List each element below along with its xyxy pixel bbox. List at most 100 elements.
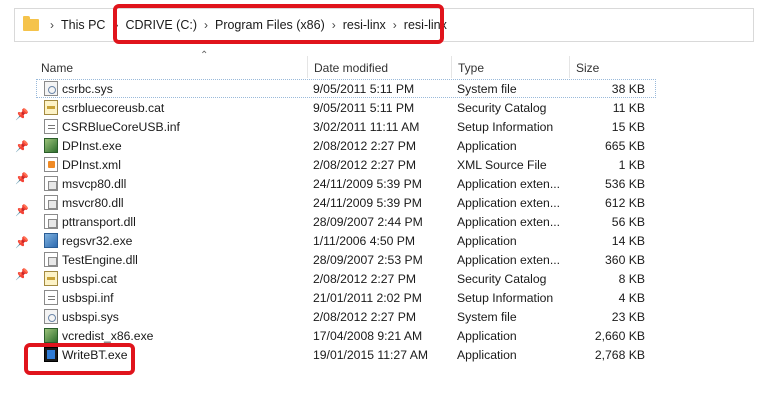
column-type[interactable]: Type	[451, 56, 569, 78]
file-name: DPInst.xml	[62, 158, 121, 172]
file-type: Application exten...	[457, 177, 560, 191]
file-date-modified: 17/04/2008 9:21 AM	[313, 329, 423, 343]
file-name: msvcp80.dll	[62, 177, 127, 191]
file-size: 2,768 KB	[594, 348, 645, 362]
file-name: msvcr80.dll	[62, 196, 124, 210]
exe-file-icon	[44, 233, 58, 248]
file-date-modified: 24/11/2009 5:39 PM	[313, 177, 422, 191]
column-date-modified[interactable]: Date modified	[307, 56, 451, 78]
file-row[interactable]: usbspi.inf 21/01/2011 2:02 PM Setup Inform…	[36, 288, 656, 307]
column-name[interactable]: Name	[41, 56, 305, 78]
file-date-modified: 28/09/2007 2:44 PM	[313, 215, 423, 229]
file-type: Application	[457, 329, 517, 343]
file-date-modified: 9/05/2011 5:11 PM	[313, 82, 415, 96]
file-date-modified: 24/11/2009 5:39 PM	[313, 196, 422, 210]
xml-file-icon	[44, 157, 58, 172]
file-size: 360 KB	[605, 253, 645, 267]
inf-file-icon	[44, 290, 58, 305]
file-size: 665 KB	[605, 139, 645, 153]
file-name: csrbc.sys	[62, 82, 113, 96]
file-type: System file	[457, 82, 517, 96]
file-type: Application	[457, 234, 517, 248]
catalog-icon	[44, 271, 58, 286]
sys-file-icon	[44, 309, 58, 324]
file-type: Setup Information	[457, 120, 554, 134]
file-row[interactable]: vcredist_x86.exe 17/04/2008 9:21 AM Applic…	[36, 326, 656, 345]
file-date-modified: 19/01/2015 11:27 AM	[313, 348, 428, 362]
file-size: 38 KB	[611, 82, 645, 96]
file-type: Application exten...	[457, 196, 560, 210]
installer-exe-icon	[44, 328, 58, 343]
catalog-icon	[44, 100, 58, 115]
file-row[interactable]: msvcr80.dll 24/11/2009 5:39 PM Application…	[36, 193, 656, 212]
file-type: Application	[457, 139, 517, 153]
installer-exe-icon	[44, 138, 58, 153]
file-date-modified: 2/08/2012 2:27 PM	[313, 158, 416, 172]
file-date-modified: 2/08/2012 2:27 PM	[313, 139, 416, 153]
pin-icon: 📌	[15, 173, 29, 185]
breadcrumb-this-pc[interactable]: This PC	[61, 18, 105, 32]
file-name: TestEngine.dll	[62, 253, 138, 267]
file-name: usbspi.inf	[62, 291, 114, 305]
file-name: CSRBlueCoreUSB.inf	[62, 120, 180, 134]
file-type: Security Catalog	[457, 272, 547, 286]
file-row[interactable]: CSRBlueCoreUSB.inf 3/02/2011 11:11 AM Setu…	[36, 117, 656, 136]
pin-icon: 📌	[15, 109, 29, 121]
file-size: 8 KB	[618, 272, 645, 286]
chevron-right-icon: ›	[50, 18, 54, 32]
file-row[interactable]: pttransport.dll 28/09/2007 2:44 PM Applica…	[36, 212, 656, 231]
file-size: 1 KB	[618, 158, 645, 172]
app-exe-icon	[44, 347, 58, 362]
file-name: pttransport.dll	[62, 215, 136, 229]
file-size: 23 KB	[611, 310, 645, 324]
file-size: 536 KB	[605, 177, 645, 191]
file-row[interactable]: WriteBT.exe 19/01/2015 11:27 AM Applicatio…	[36, 345, 656, 364]
file-size: 15 KB	[611, 120, 645, 134]
sys-file-icon	[44, 81, 58, 96]
folder-icon	[23, 16, 39, 31]
file-type: System file	[457, 310, 517, 324]
file-name: vcredist_x86.exe	[62, 329, 154, 343]
file-size: 2,660 KB	[594, 329, 645, 343]
path-highlight-box	[113, 4, 444, 44]
file-name: DPInst.exe	[62, 139, 122, 153]
file-type: XML Source File	[457, 158, 547, 172]
file-name: csrbluecoreusb.cat	[62, 101, 165, 115]
file-date-modified: 2/08/2012 2:27 PM	[313, 310, 416, 324]
column-size[interactable]: Size	[569, 56, 649, 78]
file-size: 612 KB	[605, 196, 645, 210]
file-row[interactable]: regsvr32.exe 1/11/2006 4:50 PM Application…	[36, 231, 656, 250]
file-date-modified: 2/08/2012 2:27 PM	[313, 272, 416, 286]
file-date-modified: 21/01/2011 2:02 PM	[313, 291, 422, 305]
file-type: Security Catalog	[457, 101, 547, 115]
file-name: regsvr32.exe	[62, 234, 133, 248]
file-row[interactable]: DPInst.xml 2/08/2012 2:27 PM XML Source Fi…	[36, 155, 656, 174]
file-date-modified: 9/05/2011 5:11 PM	[313, 101, 415, 115]
file-row[interactable]: csrbluecoreusb.cat 9/05/2011 5:11 PM Secur…	[36, 98, 656, 117]
file-type: Application exten...	[457, 215, 560, 229]
file-row[interactable]: csrbc.sys 9/05/2011 5:11 PM System file 38 …	[36, 79, 656, 98]
pin-icon: 📌	[15, 269, 29, 281]
file-row[interactable]: msvcp80.dll 24/11/2009 5:39 PM Application…	[36, 174, 656, 193]
file-size: 11 KB	[612, 101, 645, 115]
file-name: WriteBT.exe	[62, 348, 128, 362]
dll-file-icon	[44, 214, 58, 229]
dll-file-icon	[44, 176, 58, 191]
file-row[interactable]: TestEngine.dll 28/09/2007 2:53 PM Applicat…	[36, 250, 656, 269]
file-date-modified: 1/11/2006 4:50 PM	[313, 234, 416, 248]
file-date-modified: 3/02/2011 11:11 AM	[313, 120, 420, 134]
file-row[interactable]: usbspi.cat 2/08/2012 2:27 PM Security Cata…	[36, 269, 656, 288]
dll-file-icon	[44, 195, 58, 210]
inf-file-icon	[44, 119, 58, 134]
file-size: 14 KB	[611, 234, 645, 248]
file-name: usbspi.sys	[62, 310, 119, 324]
file-row[interactable]: usbspi.sys 2/08/2012 2:27 PM System file 23…	[36, 307, 656, 326]
file-row[interactable]: DPInst.exe 2/08/2012 2:27 PM Application 66…	[36, 136, 656, 155]
file-name: usbspi.cat	[62, 272, 117, 286]
file-type: Application	[457, 348, 517, 362]
file-type: Application exten...	[457, 253, 560, 267]
file-list: csrbc.sys 9/05/2011 5:11 PM System file 38 …	[36, 79, 656, 364]
pin-icon: 📌	[15, 141, 29, 153]
dll-file-icon	[44, 252, 58, 267]
file-date-modified: 28/09/2007 2:53 PM	[313, 253, 423, 267]
